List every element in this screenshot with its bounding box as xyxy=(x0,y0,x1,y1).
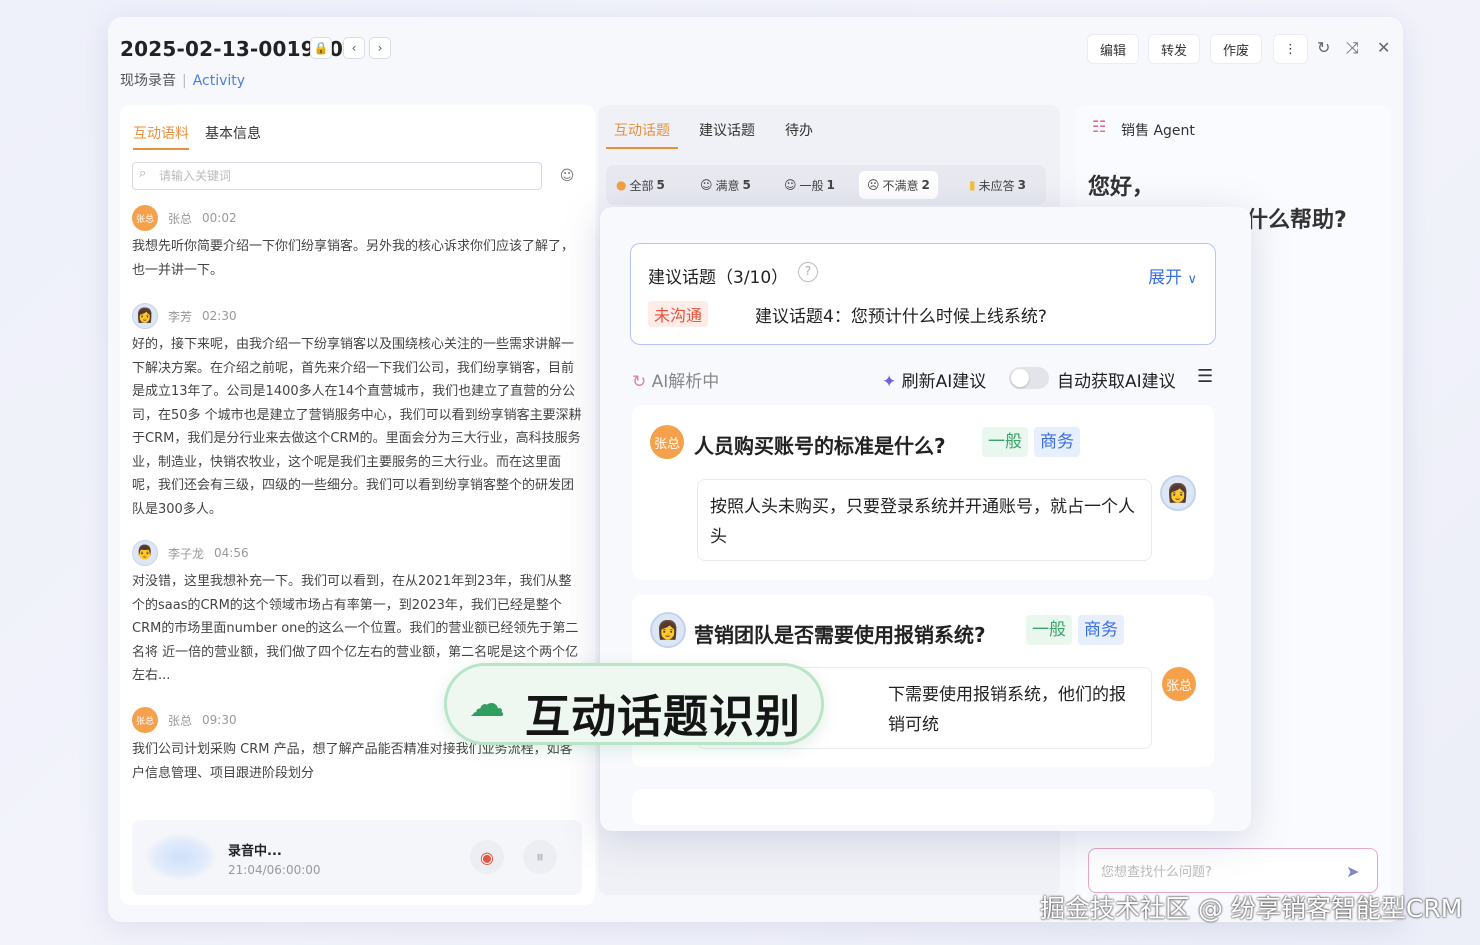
speaker-name: 张总 xyxy=(168,211,193,226)
hourglass-icon: ▮ xyxy=(969,178,976,192)
prev-button[interactable]: ‹ xyxy=(343,37,365,59)
pause-button[interactable]: ⏸ xyxy=(523,840,557,874)
speaker-name: 李芳 xyxy=(168,309,193,324)
recording-wave-icon xyxy=(146,834,216,880)
recording-title: 录音中... xyxy=(228,844,282,859)
speaker-row: 张总 张总 00:02 xyxy=(132,205,237,231)
refresh-ai-button[interactable]: ✦ 刷新AI建议 xyxy=(882,367,986,392)
suggested-topic-text: 建议话题4：您预计什么时候上线系统? xyxy=(755,307,1047,327)
sparkle-icon: ✦ xyxy=(882,372,897,392)
send-icon[interactable]: ➤ xyxy=(1346,862,1379,881)
tag-neutral: 一般 xyxy=(982,427,1028,457)
chevron-down-icon: ∨ xyxy=(1187,272,1197,287)
speaker-row: 👩 李芳 02:30 xyxy=(132,303,237,329)
chat-bubbles-icon: ☁ xyxy=(469,684,505,725)
chat-icon: ● xyxy=(616,178,627,192)
avatar: 张总 xyxy=(1162,667,1196,701)
agent-title: 销售 Agent xyxy=(1121,123,1195,139)
robot-icon: ☷ xyxy=(1092,117,1107,136)
topic-question: 人员购买账号的标准是什么? xyxy=(694,434,946,458)
next-button[interactable]: › xyxy=(369,37,391,59)
ai-spinner-icon: ↻ xyxy=(632,372,647,392)
avatar: 👩 xyxy=(650,612,686,648)
auto-ai-toggle[interactable] xyxy=(1009,367,1049,389)
speaker-row: 👨 李子龙 04:56 xyxy=(132,540,249,566)
tab-basic-info[interactable]: 基本信息 xyxy=(205,123,261,143)
watermark: 掘金技术社区 @ 纷享销客智能型CRM xyxy=(1040,894,1463,923)
speaker-time: 02:30 xyxy=(202,309,237,323)
suggested-topic-title: 建议话题（3/10） xyxy=(648,268,789,288)
avatar: 👩 xyxy=(1160,475,1196,511)
greeting: 您好， xyxy=(1088,175,1155,200)
banner-title: 互动话题识别 xyxy=(525,690,802,743)
tag-business: 商务 xyxy=(1078,615,1124,645)
search-input[interactable]: 请输入关键词 xyxy=(132,162,542,190)
avatar: 👩 xyxy=(132,303,158,329)
avatar: 张总 xyxy=(132,707,158,733)
subtitle-label: 现场录音 xyxy=(120,73,176,89)
avatar: 张总 xyxy=(132,205,158,231)
activity-link[interactable]: Activity xyxy=(193,73,245,89)
stop-record-button[interactable]: ◉ xyxy=(470,840,504,874)
tab-interaction-corpus[interactable]: 互动语料 xyxy=(133,123,189,143)
filter-all[interactable]: ● 全部 5 xyxy=(608,171,673,199)
void-button[interactable]: 作废 xyxy=(1210,34,1263,64)
message-text: 我想先听你简要介绍一下你们纷享销客。另外我的核心诉求你们应该了解了，也一并讲一下… xyxy=(132,239,575,278)
speaker-filter-icon[interactable]: ☺ xyxy=(553,162,581,190)
speaker-time: 09:30 xyxy=(202,713,237,727)
filter-satisfied[interactable]: ☺ 满意 5 xyxy=(692,171,759,199)
list-menu-icon[interactable]: ☰ xyxy=(1197,366,1213,387)
speaker-name: 张总 xyxy=(168,713,193,728)
speaker-time: 00:02 xyxy=(202,211,237,225)
tab-interaction-topics[interactable]: 互动话题 xyxy=(614,120,670,140)
speaker-name: 李子龙 xyxy=(168,546,205,561)
filter-bar: ● 全部 5 ☺ 满意 5 ☺ 一般 1 ☹ 不满意 2 ▮ 未应答 3 xyxy=(606,165,1046,205)
help-icon[interactable]: ? xyxy=(798,262,818,282)
forward-button[interactable]: 转发 xyxy=(1148,34,1201,64)
feature-banner: ☁ 互动话题识别 xyxy=(444,663,824,745)
greeting-line-2: 什么帮助? xyxy=(1246,208,1347,233)
filter-neutral[interactable]: ☺ 一般 1 xyxy=(776,171,843,199)
filter-unsatisfied[interactable]: ☹ 不满意 2 xyxy=(859,171,938,199)
expand-button[interactable]: 展开 ∨ xyxy=(1148,263,1197,288)
transcript-panel: 互动语料 基本信息 请输入关键词 ⌕ ☺ 张总 张总 00:02 我想先听你简要… xyxy=(120,105,595,905)
message-text: 好的，接下来呢，由我介绍一下纷享销客以及围绕核心关注的一些需求讲解一下解决方案。… xyxy=(132,337,582,517)
suggested-topic-card: 建议话题（3/10） ? 展开 ∨ 未沟通 建议话题4：您预计什么时候上线系统? xyxy=(630,243,1216,345)
subtitle-line: 现场录音 | Activity xyxy=(120,70,245,90)
tag-neutral: 一般 xyxy=(1026,615,1072,645)
search-icon: ⌕ xyxy=(139,166,147,181)
status-badge: 未沟通 xyxy=(648,301,709,327)
recording-bar: 录音中... 21:04/06:00:00 ◉ ⏸ xyxy=(132,820,582,895)
refresh-icon[interactable]: ↻ xyxy=(1317,38,1330,57)
lock-icon[interactable]: 🔒 xyxy=(310,37,332,59)
tab-todo[interactable]: 待办 xyxy=(785,120,813,140)
neutral-face-icon: ☺ xyxy=(784,178,797,192)
tag-business: 商务 xyxy=(1034,427,1080,457)
frown-icon: ☹ xyxy=(867,178,880,192)
agent-input[interactable]: 您想查找什么问题? xyxy=(1088,848,1378,893)
tab-underline xyxy=(606,147,678,149)
auto-ai-label: 自动获取AI建议 xyxy=(1057,372,1176,392)
smile-icon: ☺ xyxy=(700,178,713,192)
filter-unanswered[interactable]: ▮ 未应答 3 xyxy=(961,171,1034,199)
tab-suggested-topics[interactable]: 建议话题 xyxy=(699,120,755,140)
speaker-time: 04:56 xyxy=(214,546,249,560)
message-text: 我们公司计划采购 CRM 产品，想了解产品能否精准对接我们业务流程，如客户信息管… xyxy=(132,742,573,781)
speaker-row: 张总 张总 09:30 xyxy=(132,707,237,733)
collapse-icon[interactable]: ⤨ xyxy=(1346,38,1359,58)
topic-card xyxy=(632,789,1214,825)
answer-text: 按照人头未购买，只要登录系统并开通账号，就占一个人头 xyxy=(697,479,1152,561)
topic-question: 营销团队是否需要使用报销系统? xyxy=(694,623,986,647)
avatar: 👨 xyxy=(132,540,158,566)
divider: | xyxy=(182,73,187,89)
edit-button[interactable]: 编辑 xyxy=(1087,34,1140,64)
topic-card: 张总 人员购买账号的标准是什么? 一般 商务 按照人头未购买，只要登录系统并开通… xyxy=(632,405,1214,580)
ai-toolbar: ↻ AI解析中 ✦ 刷新AI建议 自动获取AI建议 ☰ xyxy=(632,366,1216,392)
more-icon[interactable]: ⋮ xyxy=(1273,34,1308,64)
close-icon[interactable]: ✕ xyxy=(1377,38,1390,57)
recording-time: 21:04/06:00:00 xyxy=(228,863,321,877)
tab-underline xyxy=(133,148,189,150)
ai-status: ↻ AI解析中 xyxy=(632,372,720,392)
avatar: 张总 xyxy=(650,425,684,459)
